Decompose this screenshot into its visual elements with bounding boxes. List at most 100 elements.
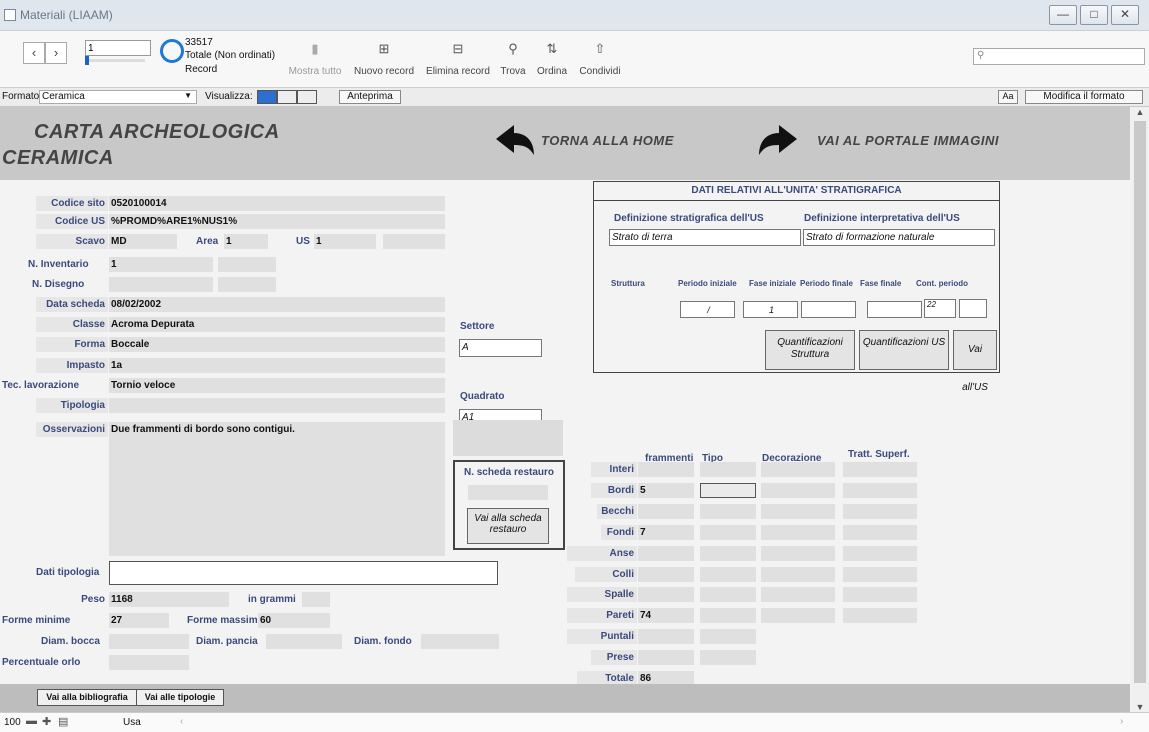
cont-periodo-field[interactable]: 22 <box>924 299 956 318</box>
fragment-tipo-field[interactable] <box>700 587 756 602</box>
codice-sito-field[interactable]: 0520100014 <box>109 196 445 211</box>
share-button[interactable]: ⇧ Condividi <box>578 41 622 77</box>
next-record-button[interactable]: › <box>45 42 67 64</box>
fragment-tipo-field[interactable] <box>700 629 756 644</box>
close-button[interactable]: ✕ <box>1111 5 1139 25</box>
quant-us-button[interactable]: Quantificazioni US <box>859 330 949 370</box>
vai-us-button[interactable]: Vai all'US <box>953 330 997 393</box>
new-record-button[interactable]: ⊞ Nuovo record <box>352 41 416 77</box>
record-number-input[interactable] <box>85 40 151 56</box>
fragment-decorazione-field[interactable] <box>761 567 835 582</box>
maximize-button[interactable]: □ <box>1080 5 1108 25</box>
minimize-button[interactable]: — <box>1049 5 1077 25</box>
def-strat-field[interactable]: Strato di terra <box>609 229 801 246</box>
fragment-count-field[interactable] <box>638 546 694 561</box>
fragment-trattamento-field[interactable] <box>843 504 917 519</box>
fragment-count-field[interactable]: 7 <box>638 525 694 540</box>
scroll-left-icon[interactable]: ‹ <box>180 716 183 727</box>
format-select[interactable]: Ceramica ▼ <box>39 90 197 104</box>
prev-record-button[interactable]: ‹ <box>23 42 45 64</box>
diam-bocca-field[interactable] <box>109 634 189 649</box>
fragment-count-field[interactable] <box>638 504 694 519</box>
bibliografia-button[interactable]: Vai alla bibliografia <box>37 689 137 706</box>
back-arrow-icon[interactable] <box>494 121 536 157</box>
impasto-field[interactable]: 1a <box>109 358 445 373</box>
settore-field[interactable]: A <box>459 339 542 357</box>
scavo-field[interactable]: MD <box>109 234 177 249</box>
fragment-count-field[interactable] <box>638 629 694 644</box>
fragment-trattamento-field[interactable] <box>843 587 917 602</box>
vertical-scrollbar[interactable]: ▲ ▼ <box>1131 107 1149 712</box>
record-slider-thumb[interactable] <box>85 56 89 65</box>
home-link[interactable]: Torna alla Home <box>541 133 674 148</box>
scrollbar-thumb[interactable] <box>1134 121 1146 683</box>
show-all-button[interactable]: ▮ Mostra tutto <box>285 41 345 77</box>
fragment-count-field[interactable]: 74 <box>638 608 694 623</box>
fragment-tipo-field[interactable] <box>700 567 756 582</box>
text-format-button[interactable]: Aa <box>998 90 1018 104</box>
fragment-count-field[interactable] <box>638 462 694 477</box>
disegno-extra-field[interactable] <box>218 277 276 292</box>
quant-struttura-button[interactable]: Quantificazioni Struttura <box>765 330 855 370</box>
percentuale-orlo-field[interactable] <box>109 655 189 670</box>
def-interp-field[interactable]: Strato di formazione naturale <box>803 229 995 246</box>
fragment-tipo-field[interactable] <box>700 525 756 540</box>
fragment-decorazione-field[interactable] <box>761 483 835 498</box>
fragment-decorazione-field[interactable] <box>761 608 835 623</box>
zoom-level[interactable]: 100 <box>4 717 21 728</box>
fragment-decorazione-field[interactable] <box>761 462 835 477</box>
fragment-decorazione-field[interactable] <box>761 504 835 519</box>
tipologie-button[interactable]: Vai alle tipologie <box>136 689 224 706</box>
fragment-decorazione-field[interactable] <box>761 525 835 540</box>
fragment-trattamento-field[interactable] <box>843 525 917 540</box>
find-button[interactable]: ⚲ Trova <box>496 41 530 77</box>
restauro-field[interactable] <box>468 485 548 500</box>
edit-layout-button[interactable]: Modifica il formato <box>1025 90 1143 104</box>
dati-tipologia-field[interactable] <box>109 561 498 585</box>
cont-periodo-extra-field[interactable] <box>959 299 987 318</box>
osservazioni-field[interactable]: Due frammenti di bordo sono contigui. <box>109 422 445 556</box>
fase-finale-field[interactable] <box>867 301 922 318</box>
us-field[interactable]: 1 <box>314 234 376 249</box>
fragment-tipo-field[interactable] <box>700 462 756 477</box>
fragment-trattamento-field[interactable] <box>843 483 917 498</box>
fragment-decorazione-field[interactable] <box>761 546 835 561</box>
lavorazione-field[interactable]: Tornio veloce <box>109 378 445 393</box>
forward-arrow-icon[interactable] <box>757 121 799 157</box>
fase-iniziale-field[interactable]: 1 <box>743 301 798 318</box>
preview-button[interactable]: Anteprima <box>339 90 401 104</box>
fragment-count-field[interactable] <box>638 650 694 665</box>
sort-button[interactable]: ⇅ Ordina <box>534 41 570 77</box>
fragment-trattamento-field[interactable] <box>843 462 917 477</box>
peso-field[interactable]: 1168 <box>109 592 229 607</box>
table-view-button[interactable] <box>297 90 317 104</box>
forme-minime-field[interactable]: 27 <box>109 613 169 628</box>
fragment-tipo-field[interactable] <box>700 483 756 498</box>
fragment-trattamento-field[interactable] <box>843 546 917 561</box>
peso-extra-field[interactable] <box>302 592 330 607</box>
diam-pancia-field[interactable] <box>266 634 342 649</box>
record-slider[interactable] <box>85 56 145 65</box>
delete-record-button[interactable]: ⊟ Elimina record <box>424 41 492 77</box>
tipologia-field[interactable] <box>109 398 445 413</box>
area-field[interactable]: 1 <box>224 234 268 249</box>
fragment-decorazione-field[interactable] <box>761 587 835 602</box>
toggle-status-icon[interactable]: ▤ <box>58 715 68 728</box>
zoom-in-icon[interactable]: ✚ <box>42 715 51 728</box>
periodo-iniziale-field[interactable]: / <box>680 301 735 318</box>
periodo-finale-field[interactable] <box>801 301 856 318</box>
forma-field[interactable]: Boccale <box>109 337 445 352</box>
codice-us-field[interactable]: %PROMD%ARE1%NUS1% <box>109 214 445 229</box>
list-view-button[interactable] <box>277 90 297 104</box>
inventario-field[interactable]: 1 <box>109 257 213 272</box>
forme-massime-field[interactable]: 60 <box>258 613 330 628</box>
quick-find-input[interactable]: ⚲ <box>973 48 1145 65</box>
images-link[interactable]: Vai al portale Immagini <box>817 133 999 148</box>
zoom-out-icon[interactable]: ▬ <box>26 715 37 727</box>
fragment-count-field[interactable] <box>638 587 694 602</box>
us-extra-field[interactable] <box>383 234 445 249</box>
fragment-count-field[interactable] <box>638 567 694 582</box>
fragment-count-field[interactable]: 5 <box>638 483 694 498</box>
data-scheda-field[interactable]: 08/02/2002 <box>109 297 445 312</box>
fragment-tipo-field[interactable] <box>700 546 756 561</box>
